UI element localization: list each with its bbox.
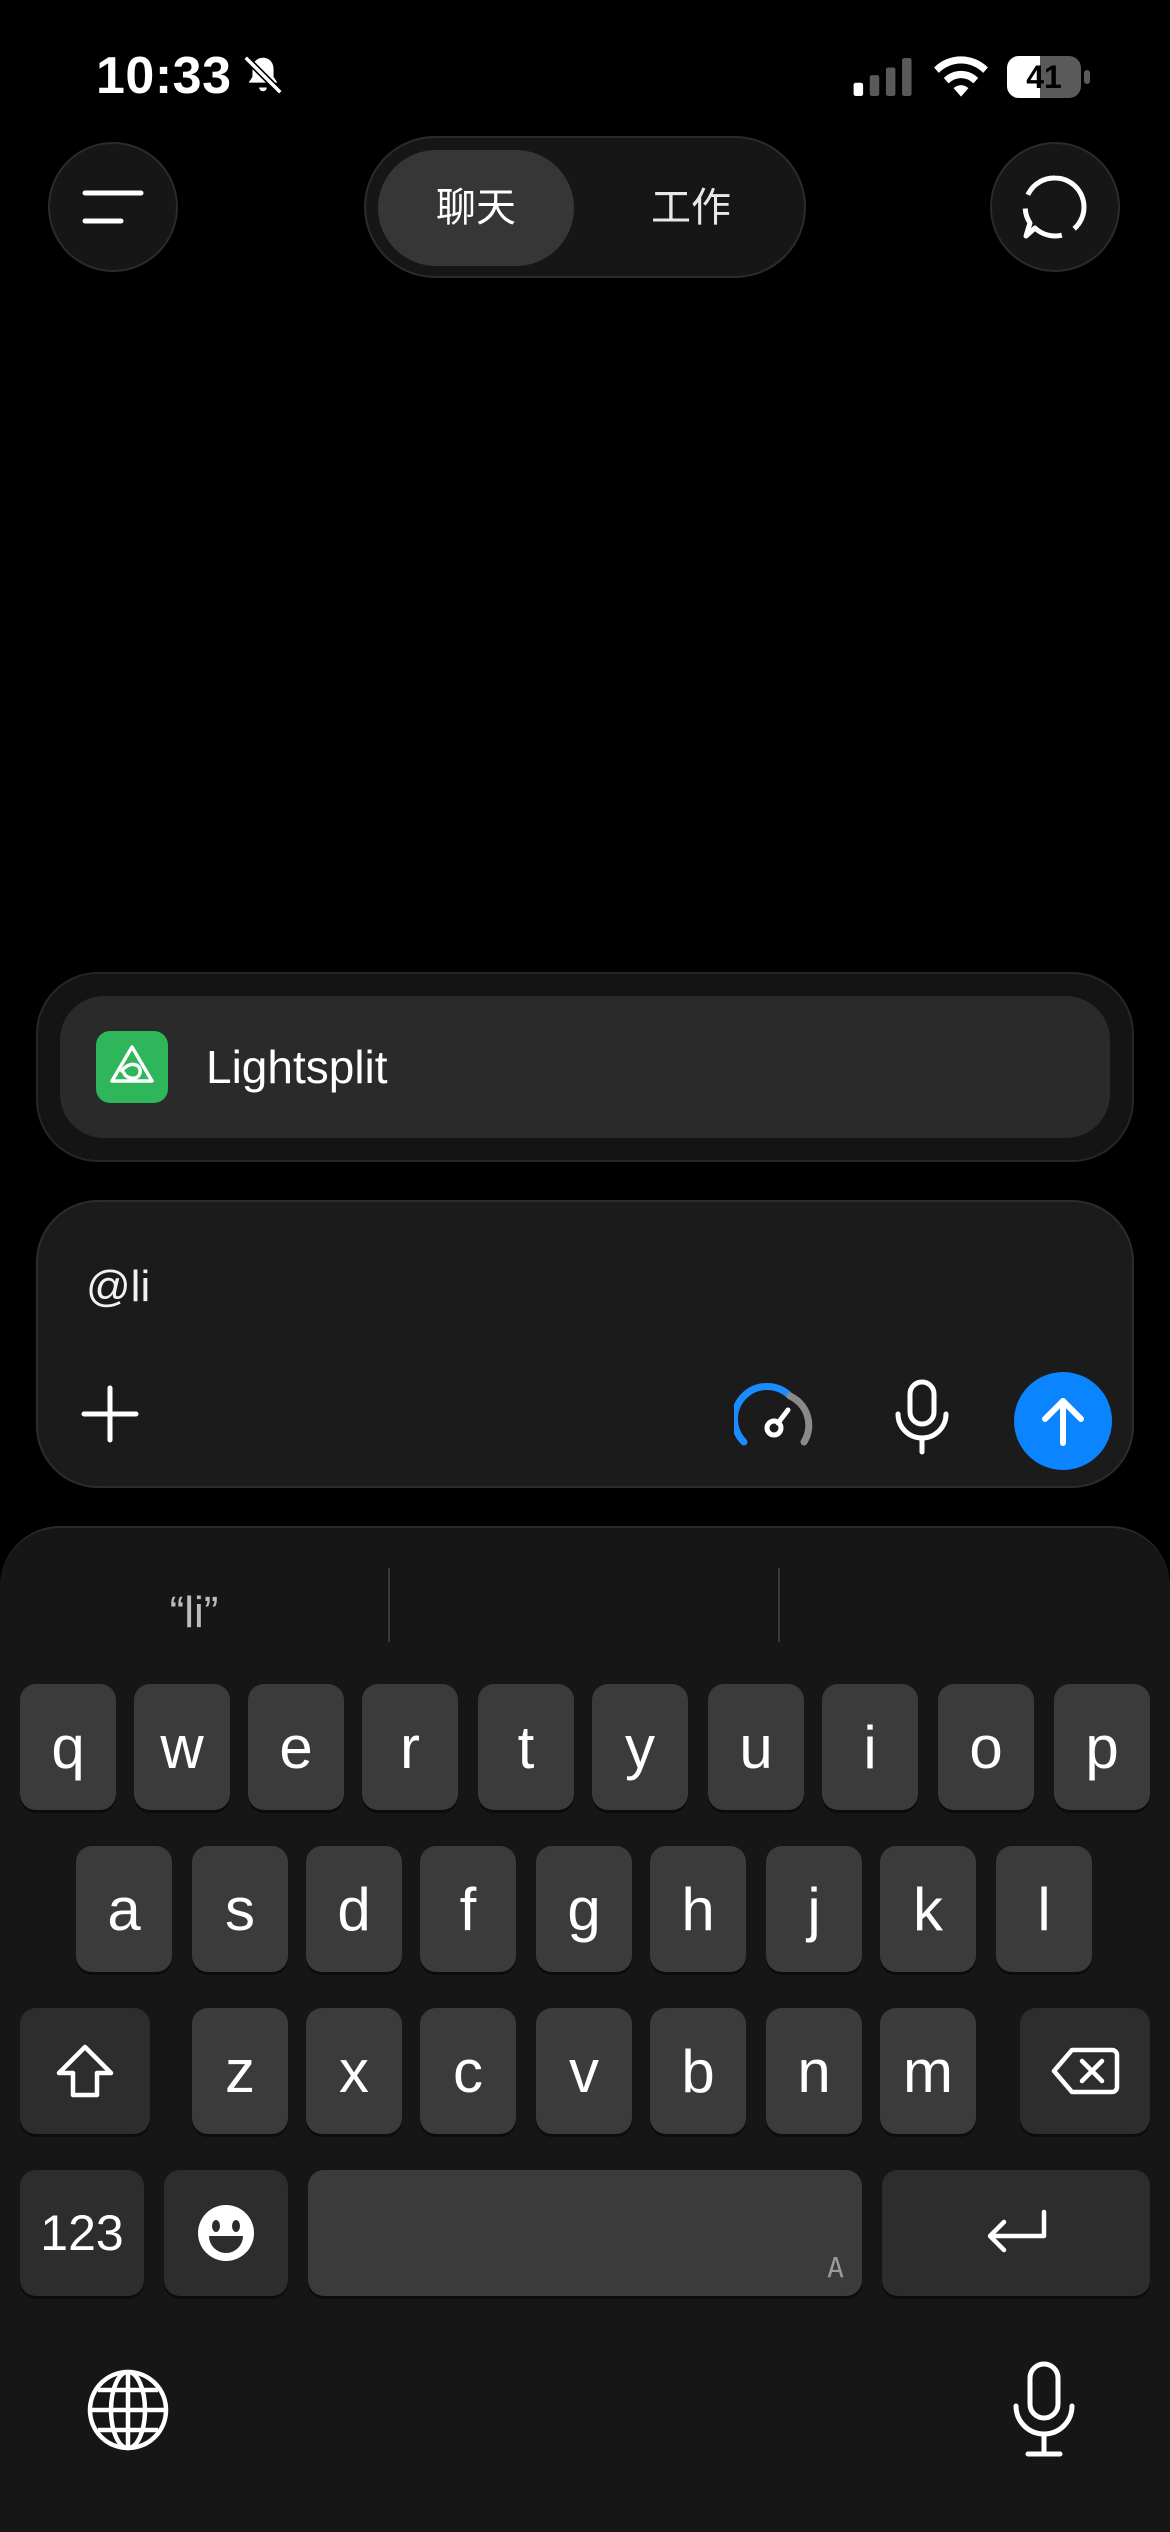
delete-key[interactable]	[1020, 2008, 1150, 2134]
space-key[interactable]: A	[308, 2170, 862, 2296]
key-o[interactable]: o	[938, 1684, 1034, 1810]
space-language-hint: A	[827, 2251, 844, 2284]
menu-button[interactable]	[48, 142, 178, 272]
microphone-icon[interactable]	[890, 1378, 954, 1456]
key-f[interactable]: f	[420, 1846, 516, 1972]
mention-suggestion-panel: Lightsplit	[36, 972, 1134, 1162]
battery-percent: 41	[1026, 59, 1062, 95]
send-arrow-up-icon	[1042, 1398, 1084, 1446]
new-chat-icon	[1022, 175, 1087, 239]
key-n[interactable]: n	[766, 2008, 862, 2134]
key-x[interactable]: x	[306, 2008, 402, 2134]
status-time: 10:33	[96, 47, 232, 105]
dictation-mic-icon[interactable]	[1006, 2360, 1082, 2460]
key-i[interactable]: i	[822, 1684, 918, 1810]
delete-icon	[1051, 2047, 1120, 2095]
cellular-signal-icon	[853, 58, 912, 96]
speedometer-icon[interactable]	[734, 1382, 814, 1452]
tab-chat[interactable]: 聊天	[378, 150, 574, 266]
lightsplit-app-icon	[96, 1031, 168, 1103]
key-z[interactable]: z	[192, 2008, 288, 2134]
send-button[interactable]	[1014, 1372, 1112, 1470]
key-e[interactable]: e	[248, 1684, 344, 1810]
key-m[interactable]: m	[880, 2008, 976, 2134]
emoji-key[interactable]	[164, 2170, 288, 2296]
key-p[interactable]: p	[1054, 1684, 1150, 1810]
key-d[interactable]: d	[306, 1846, 402, 1972]
key-v[interactable]: v	[536, 2008, 632, 2134]
mention-suggestion-item[interactable]: Lightsplit	[60, 996, 1110, 1138]
prediction-2[interactable]	[390, 1558, 778, 1668]
message-input[interactable]: @li	[86, 1262, 150, 1312]
key-r[interactable]: r	[362, 1684, 458, 1810]
shift-icon	[56, 2044, 114, 2098]
plus-icon[interactable]	[78, 1382, 142, 1446]
bell-slash-icon	[243, 55, 283, 95]
key-u[interactable]: u	[708, 1684, 804, 1810]
key-y[interactable]: y	[592, 1684, 688, 1810]
new-chat-button[interactable]	[990, 142, 1120, 272]
menu-icon	[82, 190, 144, 224]
tab-work[interactable]: 工作	[586, 150, 796, 266]
key-b[interactable]: b	[650, 2008, 746, 2134]
mode-segmented-control[interactable]: 聊天 工作	[364, 136, 806, 278]
key-w[interactable]: w	[134, 1684, 230, 1810]
key-h[interactable]: h	[650, 1846, 746, 1972]
wifi-icon	[934, 56, 988, 97]
key-a[interactable]: a	[76, 1846, 172, 1972]
return-key[interactable]	[882, 2170, 1150, 2296]
prediction-1[interactable]: “li”	[0, 1558, 388, 1668]
suggestion-app-name: Lightsplit	[206, 1041, 388, 1093]
key-t[interactable]: t	[478, 1684, 574, 1810]
keyboard: “li” q w e r t y u i o p a s d f g h j k…	[0, 1526, 1170, 2532]
key-l[interactable]: l	[996, 1846, 1092, 1972]
key-g[interactable]: g	[536, 1846, 632, 1972]
numbers-key[interactable]: 123	[20, 2170, 144, 2296]
key-j[interactable]: j	[766, 1846, 862, 1972]
key-c[interactable]: c	[420, 2008, 516, 2134]
message-composer: @li	[36, 1200, 1134, 1488]
battery-icon: 41	[1006, 54, 1092, 100]
emoji-icon	[198, 2205, 254, 2261]
key-s[interactable]: s	[192, 1846, 288, 1972]
prediction-3[interactable]	[780, 1558, 1170, 1668]
key-q[interactable]: q	[20, 1684, 116, 1810]
key-k[interactable]: k	[880, 1846, 976, 1972]
return-icon	[987, 2209, 1047, 2253]
globe-icon[interactable]	[84, 2366, 172, 2454]
shift-key[interactable]	[20, 2008, 150, 2134]
